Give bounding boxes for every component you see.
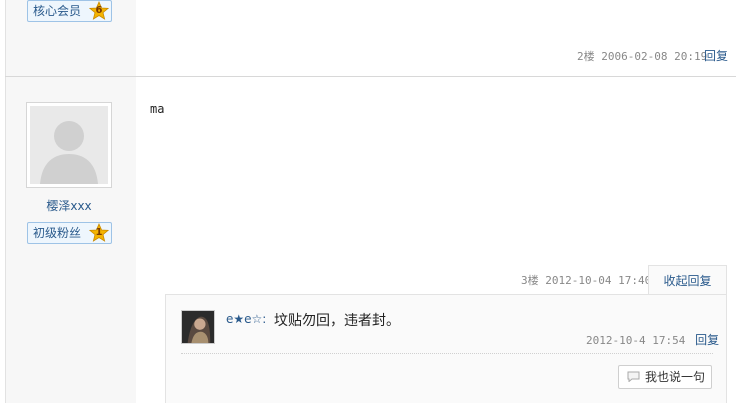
post-meta: 2楼 2006-02-08 20:19 xyxy=(577,48,707,64)
floor-number: 3楼 xyxy=(521,274,539,287)
avatar[interactable] xyxy=(181,310,215,344)
sub-reply-panel: e★e☆: 坟贴勿回，违者封。 2012-10-4 17:54 回复 我也说一句 xyxy=(165,294,727,403)
post-meta: 3楼 2012-10-04 17:40 xyxy=(521,272,651,288)
reply-text: 坟贴勿回，违者封。 xyxy=(274,313,400,329)
badge-level: 6 xyxy=(95,5,103,16)
member-badge-fan[interactable]: 初级粉丝 1 xyxy=(27,222,112,244)
post-timestamp: 2012-10-04 17:40 xyxy=(545,274,652,287)
reply-link[interactable]: 回复 xyxy=(704,47,728,64)
author-name[interactable]: 樱泽xxx xyxy=(26,197,112,214)
comment-bubble-icon xyxy=(627,371,640,382)
avatar[interactable] xyxy=(26,102,112,188)
post-content: ma xyxy=(150,102,165,116)
star-level-icon: 1 xyxy=(89,223,109,243)
badge-label: 初级粉丝 xyxy=(33,226,82,240)
reply-author[interactable]: e★e☆: xyxy=(226,312,266,326)
post-divider xyxy=(5,76,736,77)
floor-number: 2楼 xyxy=(577,50,595,63)
reply-meta: 2012-10-4 17:54 回复 xyxy=(586,331,719,348)
reply-link[interactable]: 回复 xyxy=(695,333,719,347)
default-avatar-icon xyxy=(30,106,108,184)
say-button-label: 我也说一句 xyxy=(645,370,706,384)
divider xyxy=(181,353,713,354)
reply-timestamp: 2012-10-4 17:54 xyxy=(586,334,686,347)
badge-label: 核心会员 xyxy=(33,4,82,18)
member-badge-core[interactable]: 核心会员 6 xyxy=(27,0,112,22)
badge-level: 1 xyxy=(95,227,103,238)
star-level-icon: 6 xyxy=(89,1,109,21)
post-timestamp: 2006-02-08 20:19 xyxy=(601,50,708,63)
say-something-button[interactable]: 我也说一句 xyxy=(618,365,712,389)
collapse-replies-button[interactable]: 收起回复 xyxy=(648,265,727,295)
